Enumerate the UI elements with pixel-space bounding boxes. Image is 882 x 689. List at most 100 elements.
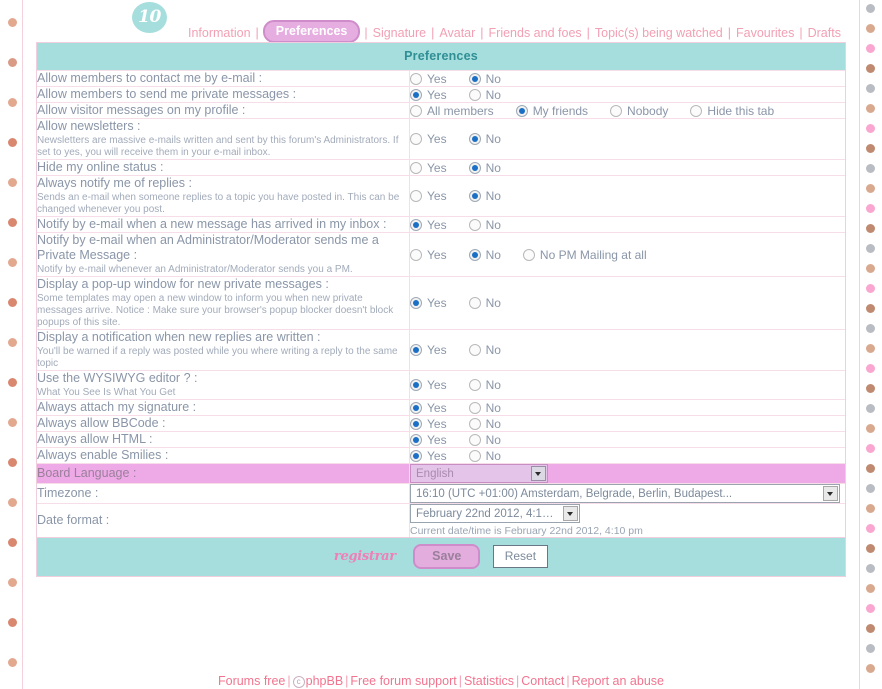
radio-unselected-icon[interactable]	[468, 379, 481, 391]
footer-link-report-an-abuse[interactable]: Report an abuse	[572, 674, 664, 688]
radio-option[interactable]: No	[468, 72, 501, 86]
radio-selected-icon[interactable]	[410, 344, 422, 356]
radio-selected-icon[interactable]	[410, 417, 422, 430]
radio-selected-icon[interactable]	[468, 72, 481, 85]
radio-selected-icon[interactable]	[468, 248, 481, 261]
radio-option[interactable]: My friends	[515, 104, 588, 118]
radio-option[interactable]: No	[468, 416, 501, 431]
decorative-dot	[8, 138, 17, 147]
radio-selected-icon[interactable]	[410, 401, 422, 414]
decorative-dot	[866, 424, 875, 433]
chevron-down-icon[interactable]	[531, 466, 546, 481]
radio-option[interactable]: Yes	[410, 343, 447, 357]
tab-information[interactable]: Information	[186, 26, 253, 40]
radio-option[interactable]: Yes	[410, 132, 447, 146]
radio-unselected-icon[interactable]	[468, 433, 481, 446]
radio-unselected-icon[interactable]	[468, 218, 481, 231]
dropdown-select[interactable]: February 22nd 2012, 4:10 pm	[410, 504, 580, 523]
radio-unselected-icon[interactable]	[410, 133, 422, 145]
radio-option[interactable]: No	[468, 449, 501, 463]
decorative-dot	[866, 604, 875, 613]
footer-link-statistics[interactable]: Statistics	[464, 674, 514, 688]
tab-preferences[interactable]: Preferences	[262, 20, 361, 43]
radio-option[interactable]: Yes	[410, 88, 447, 102]
radio-option[interactable]: Yes	[410, 417, 447, 431]
preference-label-cell: Use the WYSIWYG editor ? : What You See I…	[37, 370, 410, 400]
reset-button[interactable]: Reset	[492, 545, 549, 568]
radio-option[interactable]: Yes	[410, 161, 447, 175]
tab-avatar[interactable]: Avatar	[437, 26, 477, 40]
radio-option[interactable]: No	[468, 88, 501, 102]
radio-option[interactable]: No	[468, 296, 501, 310]
radio-option[interactable]: Yes	[410, 218, 447, 232]
dropdown-select[interactable]: English	[410, 464, 548, 483]
footer-link-free-forum-support[interactable]: Free forum support	[350, 674, 456, 688]
tab-signature[interactable]: Signature	[371, 26, 429, 40]
radio-option[interactable]: No	[468, 343, 501, 357]
radio-unselected-icon[interactable]	[690, 104, 703, 117]
radio-unselected-icon[interactable]	[410, 161, 422, 174]
preference-row: Notify by e-mail when an Administrator/M…	[37, 232, 845, 277]
radio-unselected-icon[interactable]	[468, 401, 481, 414]
decorative-dot	[866, 104, 875, 113]
radio-selected-icon[interactable]	[468, 190, 481, 202]
radio-option[interactable]: No	[468, 189, 501, 203]
tab-drafts[interactable]: Drafts	[806, 26, 843, 40]
tab-topic-s-being-watched[interactable]: Topic(s) being watched	[593, 26, 725, 40]
radio-selected-icon[interactable]	[410, 218, 422, 231]
radio-option[interactable]: No	[468, 433, 501, 447]
dropdown-select[interactable]: 16:10 (UTC +01:00) Amsterdam, Belgrade, …	[410, 484, 840, 503]
radio-option[interactable]: Yes	[410, 378, 447, 392]
radio-option[interactable]: Yes	[410, 189, 447, 203]
preference-control-cell: English	[409, 463, 845, 484]
radio-unselected-icon[interactable]	[410, 190, 422, 202]
radio-option[interactable]: Yes	[410, 449, 447, 463]
radio-unselected-icon[interactable]	[410, 72, 422, 85]
radio-selected-icon[interactable]	[410, 88, 422, 101]
radio-selected-icon[interactable]	[468, 133, 481, 145]
form-action-bar: registrar Save Reset	[37, 537, 845, 576]
footer-link-phpbb[interactable]: phpBB	[306, 674, 344, 688]
radio-unselected-icon[interactable]	[468, 417, 481, 430]
radio-unselected-icon[interactable]	[410, 104, 422, 117]
radio-selected-icon[interactable]	[515, 104, 528, 117]
radio-option[interactable]: No	[468, 401, 501, 415]
tab-favourites[interactable]: Favourites	[734, 26, 796, 40]
radio-unselected-icon[interactable]	[610, 104, 623, 117]
radio-option[interactable]: Yes	[410, 248, 447, 262]
radio-option[interactable]: Yes	[410, 433, 447, 447]
radio-option[interactable]: Yes	[410, 72, 447, 86]
radio-option[interactable]: Yes	[410, 296, 447, 310]
radio-unselected-icon[interactable]	[410, 248, 422, 261]
radio-selected-icon[interactable]	[410, 297, 422, 309]
radio-option[interactable]: Hide this tab	[690, 104, 774, 118]
radio-selected-icon[interactable]	[410, 449, 422, 462]
radio-option[interactable]: No	[468, 132, 501, 146]
radio-option[interactable]: All members	[410, 104, 494, 118]
radio-unselected-icon[interactable]	[468, 344, 481, 356]
radio-unselected-icon[interactable]	[468, 449, 481, 462]
chevron-down-icon[interactable]	[823, 486, 838, 501]
radio-option[interactable]: No	[468, 161, 501, 175]
radio-option[interactable]: No	[468, 378, 501, 392]
radio-selected-icon[interactable]	[410, 379, 422, 391]
save-button[interactable]: Save	[413, 544, 481, 569]
footer-link-forums-free[interactable]: Forums free	[218, 674, 285, 688]
radio-option[interactable]: No	[468, 218, 501, 232]
chevron-down-icon[interactable]	[563, 506, 578, 521]
radio-unselected-icon[interactable]	[522, 248, 535, 261]
radio-unselected-icon[interactable]	[468, 297, 481, 309]
radio-option[interactable]: No PM Mailing at all	[522, 248, 647, 262]
preference-row: Display a pop-up window for new private …	[37, 276, 845, 330]
radio-option[interactable]: No	[468, 248, 501, 262]
tab-friends-and-foes[interactable]: Friends and foes	[487, 26, 584, 40]
radio-option[interactable]: Nobody	[610, 104, 668, 118]
radio-option[interactable]: Yes	[410, 401, 447, 415]
preference-label: Hide my online status :	[37, 160, 164, 174]
decorative-dot	[866, 164, 875, 173]
radio-selected-icon[interactable]	[468, 161, 481, 174]
radio-selected-icon[interactable]	[410, 433, 422, 446]
radio-option-label: No	[485, 416, 501, 431]
footer-link-contact[interactable]: Contact	[521, 674, 564, 688]
radio-unselected-icon[interactable]	[468, 88, 481, 101]
